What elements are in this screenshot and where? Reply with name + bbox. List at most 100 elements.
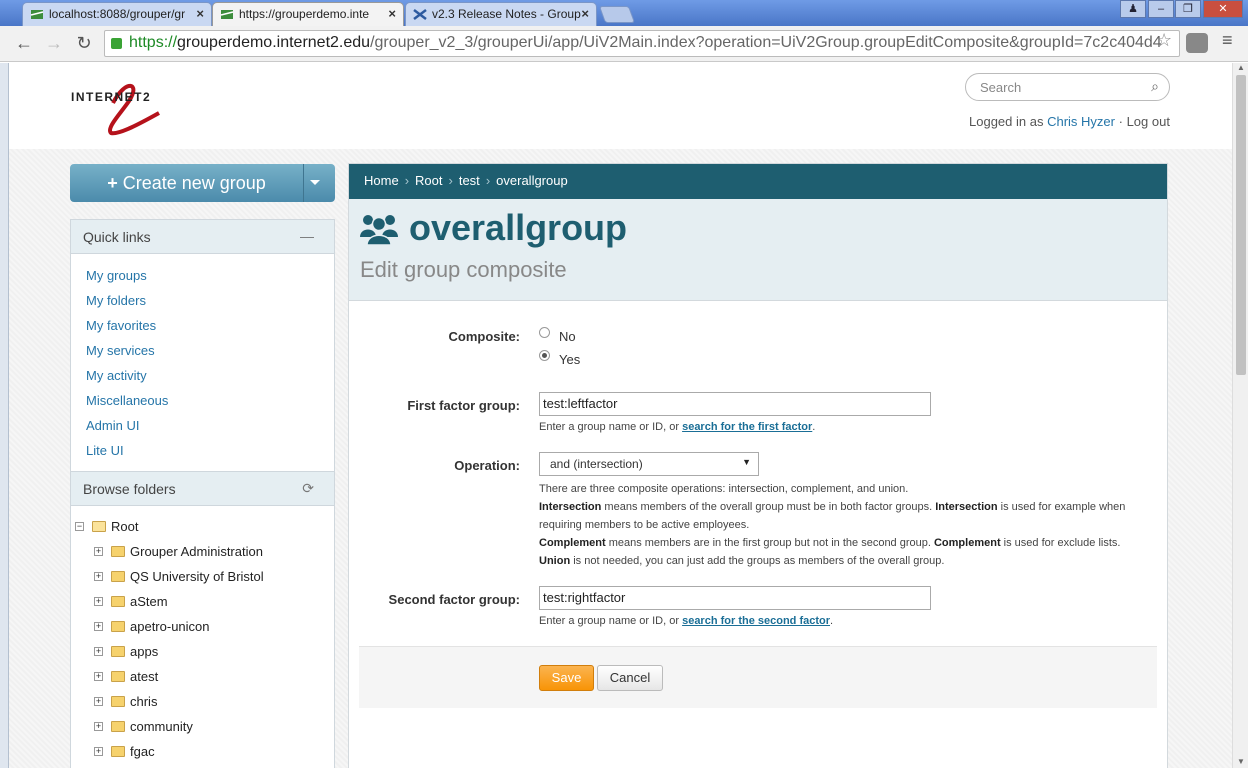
breadcrumb-test[interactable]: test: [459, 173, 480, 188]
header-separator: ·: [1118, 114, 1123, 129]
browser-menu-icon[interactable]: ≡: [1222, 30, 1233, 51]
browse-folders-header: Browse folders ⟳: [71, 472, 334, 506]
quick-links-title: Quick links: [83, 229, 151, 245]
tree-label: Grouper Administration: [130, 544, 263, 559]
forward-arrow-icon[interactable]: →: [42, 32, 66, 54]
quick-link-my-folders[interactable]: My folders: [71, 288, 334, 313]
quick-links-panel: Quick links — My groups My folders My fa…: [70, 219, 335, 472]
maximize-button[interactable]: ❐: [1175, 0, 1201, 18]
browse-folders-title: Browse folders: [83, 481, 176, 497]
cancel-button[interactable]: Cancel: [597, 665, 663, 691]
composite-no-radio[interactable]: [539, 327, 550, 338]
scroll-down-icon[interactable]: ▼: [1237, 757, 1245, 766]
term: Complement: [539, 537, 606, 549]
tree-item[interactable]: + Grouper Administration: [71, 540, 334, 565]
close-tab-icon[interactable]: ×: [581, 6, 589, 21]
logout-link[interactable]: Log out: [1127, 114, 1170, 129]
expand-node-icon[interactable]: +: [94, 647, 103, 656]
term: Intersection: [935, 501, 998, 513]
search-first-factor-link[interactable]: search for the first factor: [682, 421, 812, 433]
dropdown-arrow-icon: ▼: [742, 457, 751, 467]
tree-label: community: [130, 719, 193, 734]
new-tab-button[interactable]: [598, 6, 636, 23]
first-factor-input[interactable]: test:leftfactor: [539, 392, 931, 416]
quick-link-my-favorites[interactable]: My favorites: [71, 313, 334, 338]
save-button[interactable]: Save: [539, 665, 594, 691]
internet2-logo[interactable]: INTERNET2: [71, 73, 171, 138]
minimize-button[interactable]: –: [1148, 0, 1174, 18]
group-icon: [360, 215, 398, 245]
expand-node-icon[interactable]: +: [94, 672, 103, 681]
breadcrumb-home[interactable]: Home: [364, 173, 399, 188]
scroll-up-icon[interactable]: ▲: [1237, 63, 1245, 72]
expand-node-icon[interactable]: +: [94, 622, 103, 631]
tree-item[interactable]: + atest: [71, 665, 334, 690]
plus-icon: +: [107, 173, 123, 193]
reload-icon[interactable]: ↻: [72, 32, 96, 54]
search-input[interactable]: Search ⌕: [965, 73, 1170, 101]
tab-title: https://grouperdemo.inte: [239, 7, 370, 21]
tab-title: v2.3 Release Notes - Group: [432, 7, 581, 21]
tree-label: aStem: [130, 594, 168, 609]
expand-node-icon[interactable]: +: [94, 572, 103, 581]
expand-node-icon[interactable]: +: [94, 747, 103, 756]
search-icon[interactable]: ⌕: [1151, 78, 1159, 95]
quick-links-header: Quick links —: [71, 220, 334, 254]
quick-link-my-groups[interactable]: My groups: [71, 263, 334, 288]
tree-label: chris: [130, 694, 158, 709]
term: Intersection: [539, 501, 602, 513]
user-icon[interactable]: ♟: [1120, 0, 1146, 18]
breadcrumb: Home › Root › test › overallgroup: [349, 164, 1167, 199]
collapse-node-icon[interactable]: −: [75, 522, 84, 531]
term: Complement: [933, 537, 1001, 549]
confluence-favicon-icon: [413, 9, 427, 20]
operation-select[interactable]: and (intersection) ▼: [539, 452, 759, 476]
browser-tab-2[interactable]: https://grouperdemo.inte ×: [212, 2, 404, 26]
user-name-link[interactable]: Chris Hyzer: [1047, 114, 1115, 129]
caret-down-icon[interactable]: [310, 180, 320, 185]
tree-item[interactable]: + QS University of Bristol: [71, 565, 334, 590]
create-new-group-button[interactable]: + Create new group: [70, 164, 335, 202]
composite-yes-radio[interactable]: [539, 350, 550, 361]
page-scrollbar[interactable]: ▲ ▼: [1232, 63, 1248, 768]
tree-item[interactable]: + apps: [71, 640, 334, 665]
browser-tab-1[interactable]: localhost:8088/grouper/gr ×: [22, 2, 212, 26]
op-help-complement: Complement means members are in the firs…: [539, 534, 1149, 552]
breadcrumb-root[interactable]: Root: [415, 173, 442, 188]
tree-item[interactable]: + chris: [71, 690, 334, 715]
bookmark-star-icon[interactable]: ☆: [1156, 30, 1172, 51]
quick-link-admin-ui[interactable]: Admin UI: [71, 413, 334, 438]
refresh-icon[interactable]: ⟳: [302, 480, 314, 497]
op-help-intersection-cont: requiring members to be active employees…: [539, 519, 750, 531]
tree-item[interactable]: + apetro-unicon: [71, 615, 334, 640]
tree-root[interactable]: − Root: [71, 515, 334, 540]
scrollbar-thumb[interactable]: [1236, 75, 1246, 375]
quick-link-lite-ui[interactable]: Lite UI: [71, 438, 334, 463]
browser-toolbar: ← → ↻ https://grouperdemo.internet2.edu/…: [0, 26, 1248, 62]
quick-link-my-services[interactable]: My services: [71, 338, 334, 363]
def: means members of the overall group must …: [604, 501, 933, 513]
expand-node-icon[interactable]: +: [94, 697, 103, 706]
second-factor-input[interactable]: test:rightfactor: [539, 586, 931, 610]
extension-icon[interactable]: [1186, 33, 1208, 53]
collapse-icon[interactable]: —: [300, 228, 314, 244]
search-second-factor-link[interactable]: search for the second factor: [682, 615, 830, 627]
tree-item[interactable]: + aStem: [71, 590, 334, 615]
expand-node-icon[interactable]: +: [94, 597, 103, 606]
tree-item[interactable]: + community: [71, 715, 334, 740]
close-tab-icon[interactable]: ×: [388, 6, 396, 21]
expand-node-icon[interactable]: +: [94, 722, 103, 731]
browser-tab-3[interactable]: v2.3 Release Notes - Group ×: [405, 2, 597, 26]
help-punct: .: [830, 615, 834, 627]
close-tab-icon[interactable]: ×: [196, 6, 204, 21]
composite-label: Composite:: [448, 329, 521, 344]
quick-link-my-activity[interactable]: My activity: [71, 363, 334, 388]
address-bar[interactable]: https://grouperdemo.internet2.edu/groupe…: [104, 30, 1180, 57]
back-arrow-icon[interactable]: ←: [12, 32, 36, 54]
tree-item[interactable]: + fgac: [71, 740, 334, 765]
quick-link-miscellaneous[interactable]: Miscellaneous: [71, 388, 334, 413]
tree-label: Root: [111, 519, 139, 534]
expand-node-icon[interactable]: +: [94, 547, 103, 556]
def: means members are in the first group but…: [608, 537, 931, 549]
window-close-button[interactable]: ✕: [1203, 0, 1243, 18]
